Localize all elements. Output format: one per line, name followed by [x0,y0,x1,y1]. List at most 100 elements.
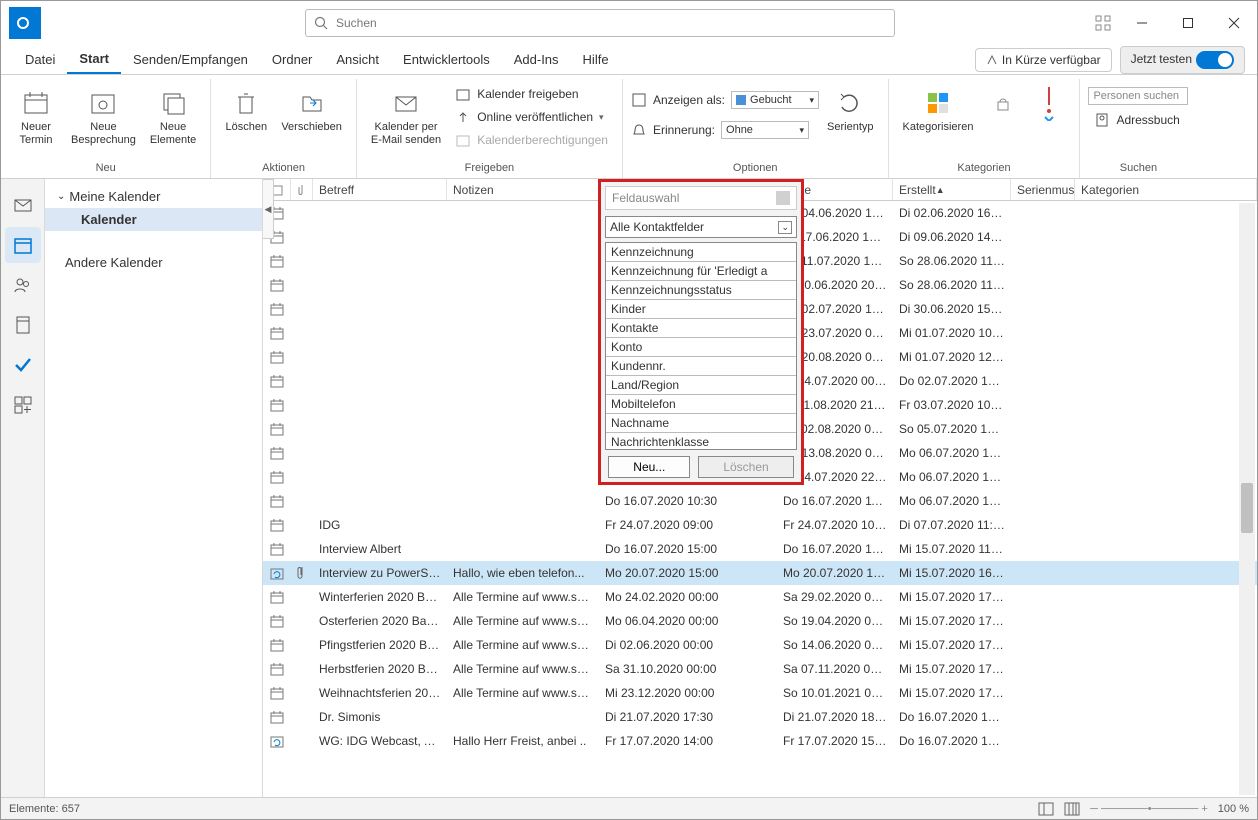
categorize-button[interactable]: Kategorisieren [897,83,980,138]
menu-dev[interactable]: Entwicklertools [391,46,502,74]
recurrence-button[interactable]: Serientyp [821,83,879,138]
ribbon-group-options: Optionen [631,160,880,178]
table-row[interactable]: Do 16.07.2020 10:30Do 16.07.2020 11:00Mo… [263,489,1257,513]
field-chooser-item[interactable]: Land/Region [606,376,796,395]
ribbon-group-categories: Kategorien [897,160,1072,178]
title-bar: Suchen [1,1,1257,45]
calendar-email-button[interactable]: Kalender per E-Mail senden [365,83,447,151]
search-input[interactable]: Suchen [305,9,895,37]
zoom-level: 100 % [1218,803,1249,815]
col-attachment[interactable] [291,179,313,200]
calendar-folder[interactable]: Kalender [45,208,262,231]
test-now-button[interactable]: Jetzt testen [1120,46,1245,74]
share-grid-icon[interactable] [1095,1,1111,45]
menu-datei[interactable]: Datei [13,46,67,74]
search-people-input[interactable]: Personen suchen [1088,87,1188,105]
outlook-app-icon [9,7,41,39]
field-chooser-item[interactable]: Kennzeichnungsstatus [606,281,796,300]
field-chooser-item[interactable]: Kinder [606,300,796,319]
table-row[interactable]: Interview zu PowerStoreHallo, wie eben t… [263,561,1257,585]
view-reading-icon[interactable] [1064,802,1080,816]
status-element-count: Elemente: 657 [9,803,80,815]
field-chooser-item[interactable]: Kundennr. [606,357,796,376]
rail-people-icon[interactable] [5,267,41,303]
delete-button[interactable]: Löschen [219,83,273,138]
field-chooser-close-button[interactable] [776,191,790,205]
table-row[interactable]: IDGFr 24.07.2020 09:00Fr 24.07.2020 10:0… [263,513,1257,537]
new-appointment-button[interactable]: Neuer Termin [9,83,63,151]
col-subject[interactable]: Betreff [313,179,447,200]
my-calendars-header[interactable]: ⌄Meine Kalender [45,185,262,208]
collapse-nav-button[interactable]: ◀ [263,179,274,239]
table-row[interactable]: Interview AlbertDo 16.07.2020 15:00Do 16… [263,537,1257,561]
menu-hilfe[interactable]: Hilfe [571,46,621,74]
ribbon-group-share: Freigeben [365,160,614,178]
table-row[interactable]: Dr. SimonisDi 21.07.2020 17:30Di 21.07.2… [263,705,1257,729]
rail-tasks-icon[interactable] [5,347,41,383]
col-notes[interactable]: Notizen [447,179,599,200]
rail-mail-icon[interactable] [5,187,41,223]
field-chooser-list[interactable]: KennzeichnungKennzeichnung für 'Erledigt… [605,242,797,450]
rail-notes-icon[interactable] [5,307,41,343]
ribbon-group-search: Suchen [1088,160,1188,178]
publish-online-button[interactable]: Online veröffentlichen▾ [449,106,614,128]
field-chooser-title: Feldauswahl [612,191,679,205]
ribbon: Neuer Termin Neue Besprechung Neue Eleme… [1,75,1257,179]
maximize-button[interactable] [1165,1,1211,45]
reminder-label: Erinnerung: [631,119,715,141]
status-bar: Elemente: 657 ─ ──────•────── + 100 % [1,797,1257,819]
menu-start[interactable]: Start [67,46,121,74]
field-chooser-item[interactable]: Kennzeichnung [606,243,796,262]
ribbon-group-new: Neu [9,160,202,178]
field-chooser-item[interactable]: Nachname [606,414,796,433]
field-chooser-dialog: Feldauswahl Alle Kontaktfelder⌄ Kennzeic… [598,179,804,485]
field-chooser-item[interactable]: Kontakte [606,319,796,338]
table-row[interactable]: Osterferien 2020 BayernAlle Termine auf … [263,609,1257,633]
move-button[interactable]: Verschieben [275,83,348,138]
table-row[interactable]: WG: IDG Webcast, Absti...Hallo Herr Frei… [263,729,1257,753]
show-as-label: Anzeigen als: [631,89,725,111]
ribbon-group-actions: Aktionen [219,160,348,178]
main-content: ◀ Betreff Notizen Beginn Ende Erstellt ▲… [263,179,1257,797]
table-row[interactable]: Winterferien 2020 BayernAlle Termine auf… [263,585,1257,609]
table-row[interactable]: Herbstferien 2020 BayernAlle Termine auf… [263,657,1257,681]
view-normal-icon[interactable] [1038,802,1054,816]
test-toggle[interactable] [1196,51,1234,69]
minimize-button[interactable] [1119,1,1165,45]
menu-ordner[interactable]: Ordner [260,46,324,74]
col-created[interactable]: Erstellt ▲ [893,179,1011,200]
zoom-slider[interactable]: ─ ──────•────── + [1090,803,1208,815]
soon-available-link[interactable]: In Kürze verfügbar [975,48,1112,72]
field-chooser-new-button[interactable]: Neu... [608,456,690,478]
rail-calendar-icon[interactable] [5,227,41,263]
field-chooser-item[interactable]: Nachrichtenklasse [606,433,796,450]
field-chooser-item[interactable]: Konto [606,338,796,357]
col-categories[interactable]: Kategorien [1075,179,1257,200]
rail-apps-icon[interactable] [5,387,41,423]
menu-ansicht[interactable]: Ansicht [324,46,391,74]
show-as-combo[interactable]: Gebucht▾ [731,91,819,109]
scrollbar[interactable] [1239,203,1255,795]
close-button[interactable] [1211,1,1257,45]
menu-senden[interactable]: Senden/Empfangen [121,46,260,74]
address-book-button[interactable]: Adressbuch [1088,109,1188,131]
reminder-combo[interactable]: Ohne▾ [721,121,809,139]
menu-bar: Datei Start Senden/Empfangen Ordner Ansi… [1,45,1257,75]
importance-button[interactable] [1027,83,1071,125]
other-calendars-header[interactable]: Andere Kalender [45,251,262,274]
new-meeting-button[interactable]: Neue Besprechung [65,83,142,151]
calendar-permissions-button[interactable]: Kalenderberechtigungen [449,129,614,151]
field-chooser-item[interactable]: Kennzeichnung für 'Erledigt a [606,262,796,281]
share-calendar-button[interactable]: Kalender freigeben [449,83,614,105]
folder-navigation: ⌄Meine Kalender Kalender Andere Kalender [45,179,263,797]
private-button[interactable] [981,83,1025,125]
col-series[interactable]: Serienmus... [1011,179,1075,200]
new-items-button[interactable]: Neue Elemente [144,83,202,151]
field-chooser-category-combo[interactable]: Alle Kontaktfelder⌄ [605,216,797,238]
menu-addins[interactable]: Add-Ins [502,46,571,74]
table-row[interactable]: Weihnachtsferien 2020 B...Alle Termine a… [263,681,1257,705]
field-chooser-item[interactable]: Mobiltelefon [606,395,796,414]
table-row[interactable]: Pfingstferien 2020 BayernAlle Termine au… [263,633,1257,657]
navigation-rail [1,179,45,797]
field-chooser-delete-button[interactable]: Löschen [698,456,793,478]
